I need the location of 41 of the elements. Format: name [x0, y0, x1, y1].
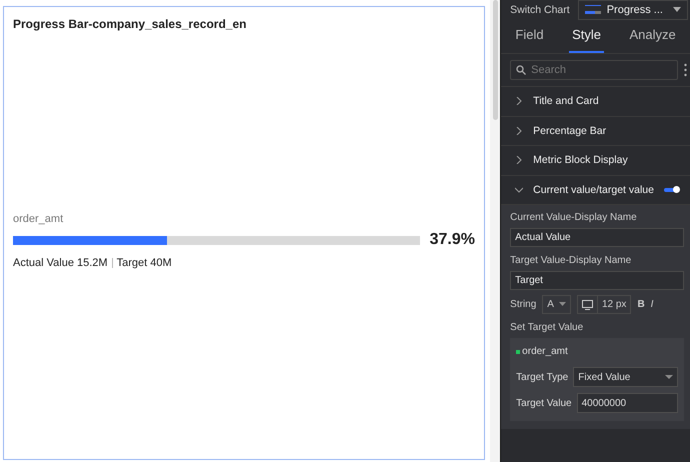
search-field[interactable]: Search — [510, 60, 678, 80]
chart-type-select[interactable]: Progress ... — [578, 0, 688, 20]
caret-icon — [673, 7, 681, 13]
switch-chart-label: Switch Chart — [510, 4, 570, 16]
chart-title: Progress Bar-company_sales_record_en — [13, 17, 248, 31]
caret-icon — [558, 302, 566, 307]
field-label: String — [510, 299, 536, 310]
target-value: Target 40M — [116, 257, 172, 269]
input-field[interactable]: 40000000 — [576, 393, 678, 413]
percent-value: 37.9% — [430, 231, 475, 249]
chevron-icon — [515, 186, 524, 194]
monitor-icon — [582, 300, 593, 310]
tab[interactable]: Field — [512, 20, 547, 53]
section-header[interactable]: Metric Block Display — [501, 146, 690, 176]
section-header[interactable]: Percentage Bar — [501, 116, 690, 146]
field-label: Current Value-Display Name — [510, 212, 638, 223]
field-label: Target Value-Display Name — [510, 255, 632, 266]
scrollbar-thumb[interactable] — [492, 0, 498, 120]
toggle-switch[interactable] — [664, 188, 678, 192]
bar-chart-icon — [584, 5, 601, 15]
field-label: Set Target Value — [510, 322, 584, 333]
input-field[interactable]: Target — [510, 271, 684, 290]
tab[interactable]: Style — [569, 20, 604, 53]
chevron-icon — [515, 156, 524, 164]
section-header[interactable]: Title and Card — [501, 87, 690, 116]
search-icon — [516, 65, 526, 75]
target-type-select[interactable]: Fixed Value — [573, 367, 678, 387]
field-label: Target Value — [516, 398, 572, 408]
field-name: order_amt — [522, 346, 568, 357]
metric-name: order_amt — [13, 213, 64, 225]
tab[interactable]: Analyze — [626, 20, 679, 53]
caret-icon — [665, 374, 673, 380]
chevron-icon — [515, 97, 524, 106]
chevron-icon — [515, 126, 524, 135]
actual-value: Actual Value 15.2M — [13, 257, 108, 269]
field-label: Target Type — [516, 372, 568, 382]
input-field[interactable]: Actual Value — [510, 228, 684, 247]
more-icon[interactable] — [684, 63, 687, 77]
font-select[interactable]: A — [542, 295, 571, 314]
bold-button[interactable]: B — [637, 299, 645, 310]
italic-button[interactable]: I — [650, 299, 654, 310]
